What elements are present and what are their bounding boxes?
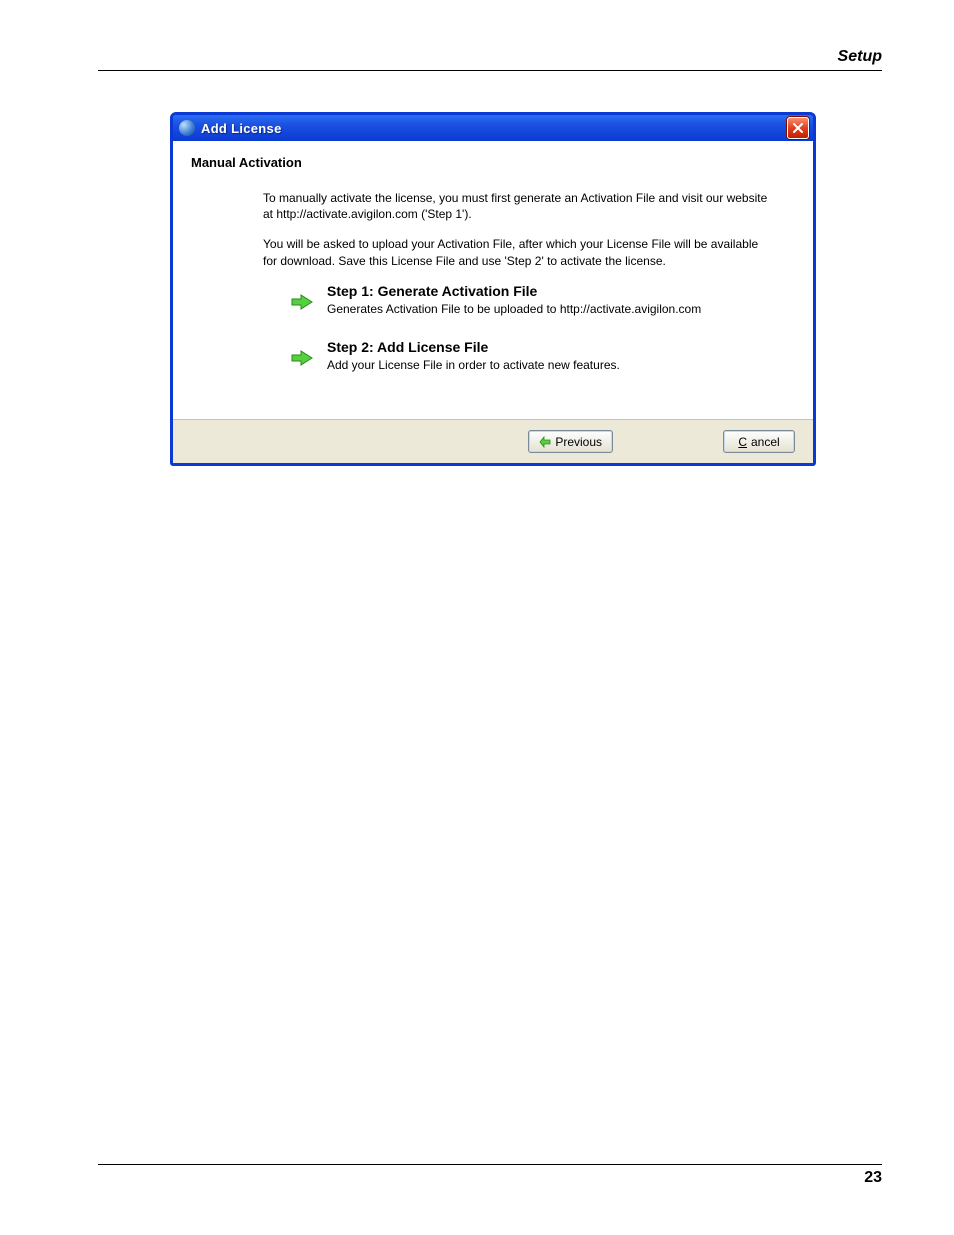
page-number: 23 [98, 1164, 882, 1187]
section-title: Manual Activation [191, 155, 795, 170]
step-2-title: Step 2: Add License File [327, 339, 620, 355]
intro-paragraph-1: To manually activate the license, you mu… [263, 190, 775, 222]
cancel-mnemonic: C [738, 435, 747, 449]
app-icon [179, 120, 195, 136]
step-2-text: Step 2: Add License File Add your Licens… [327, 339, 620, 373]
page-header: Setup [98, 48, 882, 71]
step-2-description: Add your License File in order to activa… [327, 357, 620, 373]
previous-button[interactable]: Previous [528, 430, 613, 453]
window-title: Add License [201, 121, 787, 136]
step-2-add-license-file[interactable]: Step 2: Add License File Add your Licens… [291, 339, 775, 373]
step-1-text: Step 1: Generate Activation File Generat… [327, 283, 701, 317]
arrow-left-icon [539, 436, 551, 448]
arrow-right-icon [291, 283, 319, 314]
previous-label: Previous [555, 435, 602, 449]
add-license-dialog: Add License Manual Activation To manuall… [170, 112, 816, 466]
cancel-button[interactable]: Cancel [723, 430, 795, 453]
document-page: Setup Add License Manual Activation To m… [0, 0, 954, 1235]
intro-paragraph-2: You will be asked to upload your Activat… [263, 236, 775, 268]
step-1-title: Step 1: Generate Activation File [327, 283, 701, 299]
arrow-right-icon [291, 339, 319, 370]
page-footer: 23 [98, 1164, 882, 1187]
close-icon [793, 121, 803, 136]
cancel-label-rest: ancel [751, 435, 780, 449]
close-button[interactable] [787, 117, 809, 139]
step-1-description: Generates Activation File to be uploaded… [327, 301, 701, 317]
header-section-title: Setup [98, 48, 882, 71]
step-1-generate-activation-file[interactable]: Step 1: Generate Activation File Generat… [291, 283, 775, 317]
button-bar: Previous Cancel [173, 419, 813, 463]
dialog-body: Manual Activation To manually activate t… [173, 141, 813, 419]
title-bar[interactable]: Add License [173, 115, 813, 141]
